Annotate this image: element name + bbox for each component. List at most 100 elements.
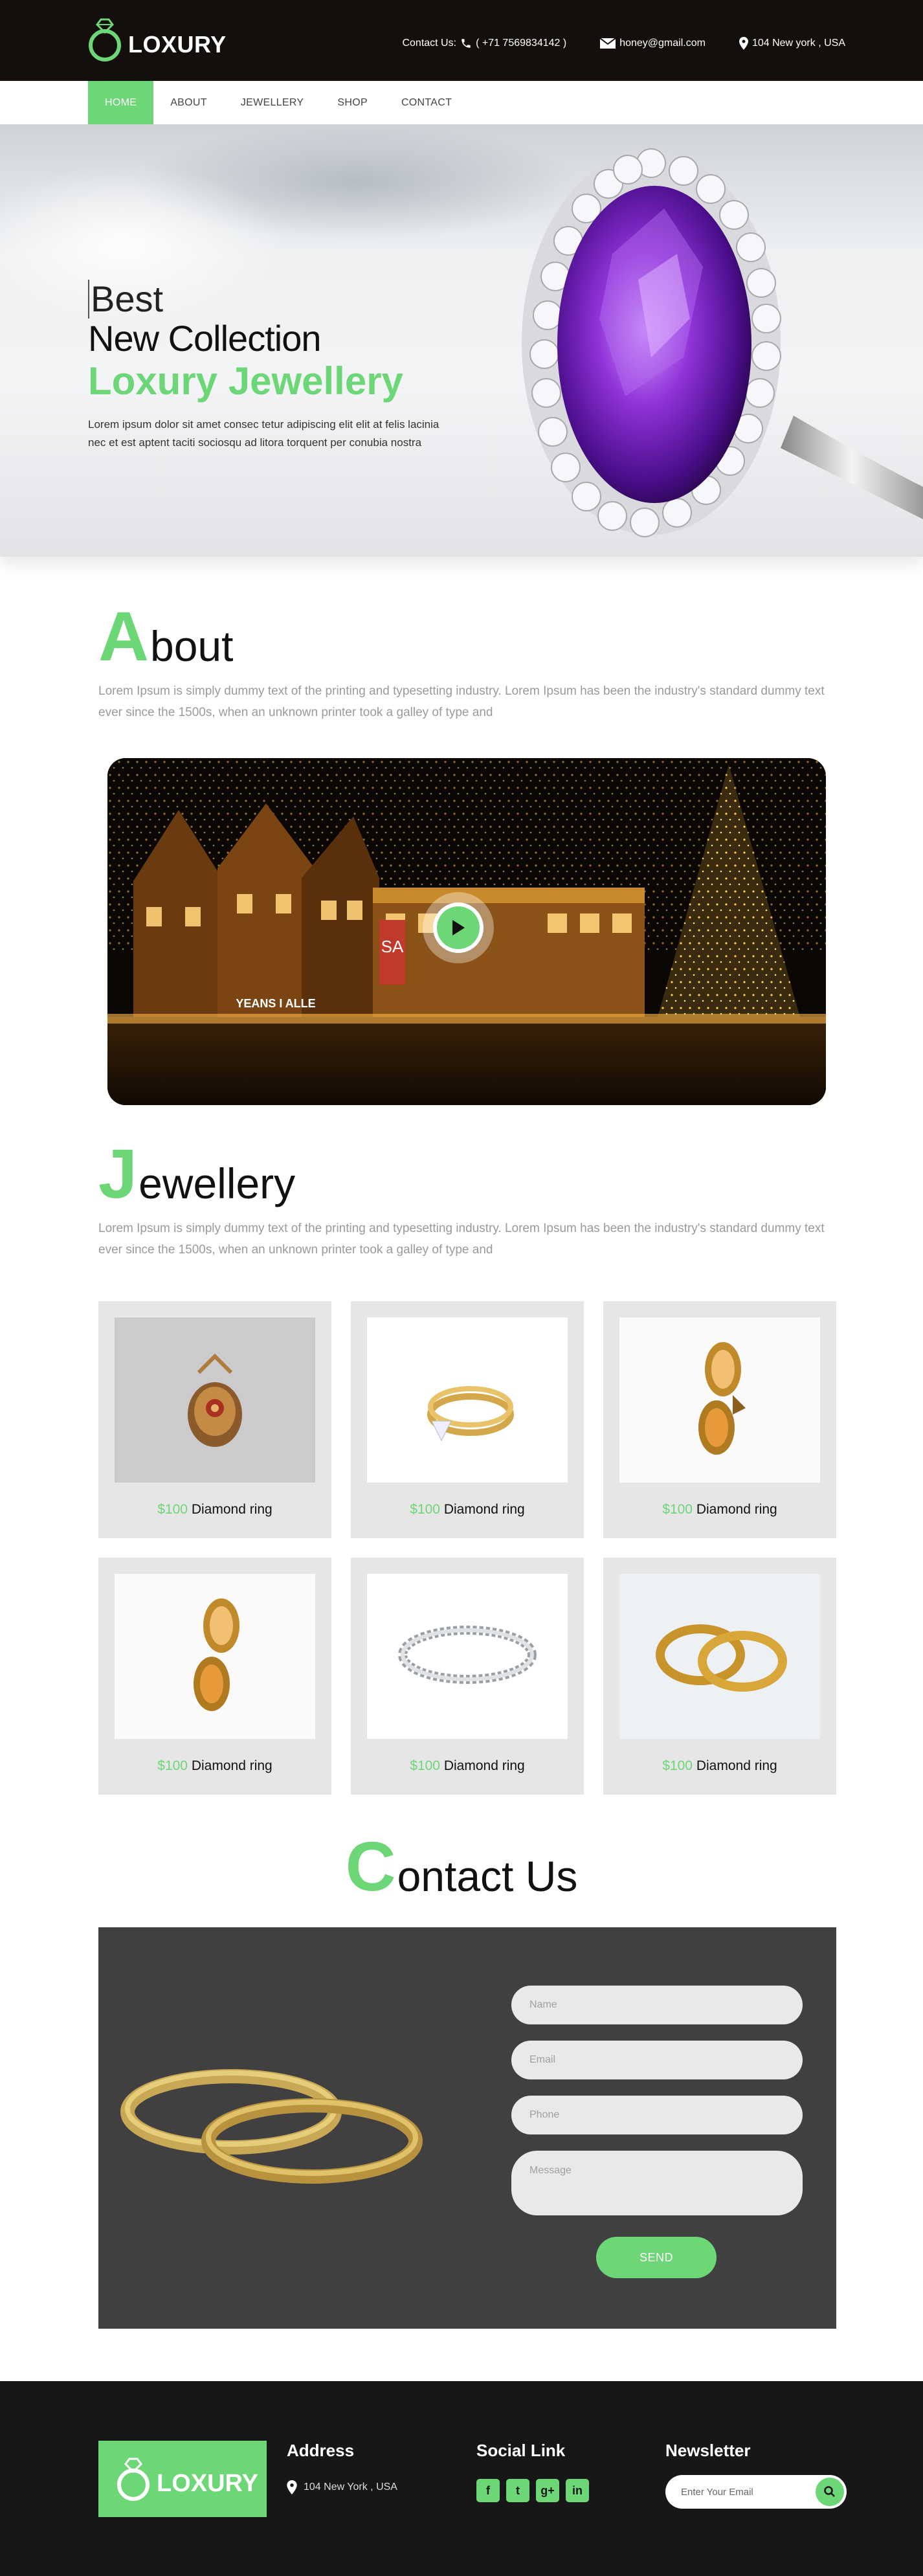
product-image xyxy=(115,1317,315,1483)
contact-address: 104 New york , USA xyxy=(739,37,845,50)
send-button[interactable]: SEND xyxy=(596,2237,717,2278)
location-icon xyxy=(287,2480,297,2494)
footer-newsletter-title: Newsletter xyxy=(665,2441,751,2460)
search-icon xyxy=(824,2486,835,2497)
contact-phone[interactable]: Contact Us: ( +71 7569834142 ) xyxy=(402,38,566,49)
footer-social: Social Link f t g+ in xyxy=(476,2441,589,2502)
about-text: Lorem Ipsum is simply dummy text of the … xyxy=(98,684,825,719)
footer-address-text: 104 New York , USA xyxy=(304,2481,397,2492)
play-button[interactable] xyxy=(423,892,494,963)
product-caption: $100 Diamond ring xyxy=(603,1502,836,1518)
product-card[interactable]: $100 Diamond ring xyxy=(98,1558,331,1795)
email-address: honey@gmail.com xyxy=(619,38,706,49)
footer-address: Address 104 New York , USA xyxy=(287,2441,397,2494)
hero-description: Lorem ipsum dolor sit amet consec tetur … xyxy=(88,418,439,449)
contact-email[interactable]: honey@gmail.com xyxy=(600,38,706,49)
contact-form-box: SEND xyxy=(98,1927,836,2329)
contact-label: Contact Us: xyxy=(402,38,457,49)
footer-logo[interactable]: LOXURY xyxy=(98,2441,267,2517)
product-caption: $100 Diamond ring xyxy=(351,1758,584,1774)
footer-social-title: Social Link xyxy=(476,2441,566,2460)
product-price: $100 xyxy=(662,1502,693,1517)
logo[interactable]: LOXURY xyxy=(88,16,227,63)
product-image xyxy=(367,1574,568,1739)
product-caption: $100 Diamond ring xyxy=(98,1758,331,1774)
footer: LOXURY Address 104 New York , USA Social… xyxy=(0,2381,923,2576)
product-caption: $100 Diamond ring xyxy=(98,1502,331,1518)
nav-home[interactable]: HOME xyxy=(88,81,154,124)
contact-title: C ontact Us xyxy=(0,1827,923,1905)
product-card[interactable]: $100 Diamond ring xyxy=(603,1301,836,1538)
address-text: 104 New york , USA xyxy=(751,38,845,49)
facebook-icon[interactable]: f xyxy=(476,2479,500,2502)
nav-shop[interactable]: SHOP xyxy=(320,81,384,124)
product-card[interactable]: $100 Diamond ring xyxy=(98,1301,331,1538)
main-nav: HOME ABOUT JEWELLERY SHOP CONTACT xyxy=(0,81,923,124)
product-image xyxy=(619,1574,820,1739)
location-icon xyxy=(739,37,748,50)
message-input[interactable] xyxy=(511,2151,803,2215)
about-title-letter: A xyxy=(98,597,149,675)
nav-contact[interactable]: CONTACT xyxy=(384,81,469,124)
nav-about[interactable]: ABOUT xyxy=(153,81,224,124)
linkedin-icon[interactable]: in xyxy=(566,2479,589,2502)
about-video[interactable]: SA YEANS I ALLE xyxy=(107,758,826,1105)
product-grid: $100 Diamond ring $100 Diamond ring $100… xyxy=(98,1301,836,1795)
twitter-icon[interactable]: t xyxy=(506,2479,529,2502)
product-price: $100 xyxy=(157,1758,188,1773)
jewellery-title: J ewellery xyxy=(98,1134,843,1213)
product-name: Diamond ring xyxy=(443,1758,525,1773)
contact-title-rest: ontact Us xyxy=(397,1852,578,1900)
nav-jewellery[interactable]: JEWELLERY xyxy=(224,81,321,124)
play-icon xyxy=(452,920,465,935)
ring-logo-icon xyxy=(89,18,121,62)
phone-icon xyxy=(462,39,471,48)
footer-newsletter: Newsletter xyxy=(665,2441,847,2509)
jewellery-title-letter: J xyxy=(98,1134,138,1213)
hero-text: Best New Collection Loxury Jewellery Lor… xyxy=(88,280,450,452)
contact-info: Contact Us: ( +71 7569834142 ) honey@gma… xyxy=(402,37,845,50)
video-sign-right: SA xyxy=(381,937,404,956)
product-price: $100 xyxy=(410,1758,440,1773)
product-card[interactable]: $100 Diamond ring xyxy=(351,1558,584,1795)
product-price: $100 xyxy=(157,1502,188,1517)
email-input[interactable] xyxy=(511,2041,803,2079)
footer-address-title: Address xyxy=(287,2441,355,2460)
phone-input[interactable] xyxy=(511,2096,803,2134)
name-input[interactable] xyxy=(511,1986,803,2024)
product-price: $100 xyxy=(410,1502,440,1517)
ring-logo-icon xyxy=(117,2458,150,2501)
product-image xyxy=(367,1317,568,1483)
product-image xyxy=(115,1574,315,1739)
google-plus-icon[interactable]: g+ xyxy=(536,2479,559,2502)
newsletter-form xyxy=(665,2475,847,2509)
phone-number: ( +71 7569834142 ) xyxy=(476,38,567,49)
product-name: Diamond ring xyxy=(696,1758,777,1773)
logo-text: LOXURY xyxy=(128,31,227,58)
hero-ring-image xyxy=(522,148,923,537)
product-image xyxy=(619,1317,820,1483)
product-caption: $100 Diamond ring xyxy=(603,1758,836,1774)
jewellery-title-rest: ewellery xyxy=(139,1159,296,1207)
product-name: Diamond ring xyxy=(191,1758,272,1773)
contact-title-letter: C xyxy=(345,1827,396,1905)
hero-line-collection: New Collection xyxy=(88,318,322,359)
footer-logo-text: LOXURY xyxy=(157,2469,258,2497)
mail-icon xyxy=(600,38,616,49)
hero-banner: Best New Collection Loxury Jewellery Lor… xyxy=(0,124,923,557)
contact-rings-image xyxy=(120,2069,423,2184)
product-card[interactable]: $100 Diamond ring xyxy=(351,1301,584,1538)
newsletter-email-input[interactable] xyxy=(665,2475,808,2509)
jewellery-section: J ewellery Lorem Ipsum is simply dummy t… xyxy=(98,1134,843,1260)
jewellery-text: Lorem Ipsum is simply dummy text of the … xyxy=(98,1222,825,1257)
video-sign-left: YEANS I ALLE xyxy=(236,997,315,1010)
product-name: Diamond ring xyxy=(443,1502,525,1517)
product-card[interactable]: $100 Diamond ring xyxy=(603,1558,836,1795)
about-title-rest: bout xyxy=(150,622,234,670)
top-header: LOXURY Contact Us: ( +71 7569834142 ) ho… xyxy=(0,0,923,81)
about-title: A bout xyxy=(98,597,923,675)
hero-line-best: Best xyxy=(88,280,450,319)
product-price: $100 xyxy=(662,1758,693,1773)
product-name: Diamond ring xyxy=(696,1502,777,1517)
newsletter-submit-button[interactable] xyxy=(816,2478,844,2506)
